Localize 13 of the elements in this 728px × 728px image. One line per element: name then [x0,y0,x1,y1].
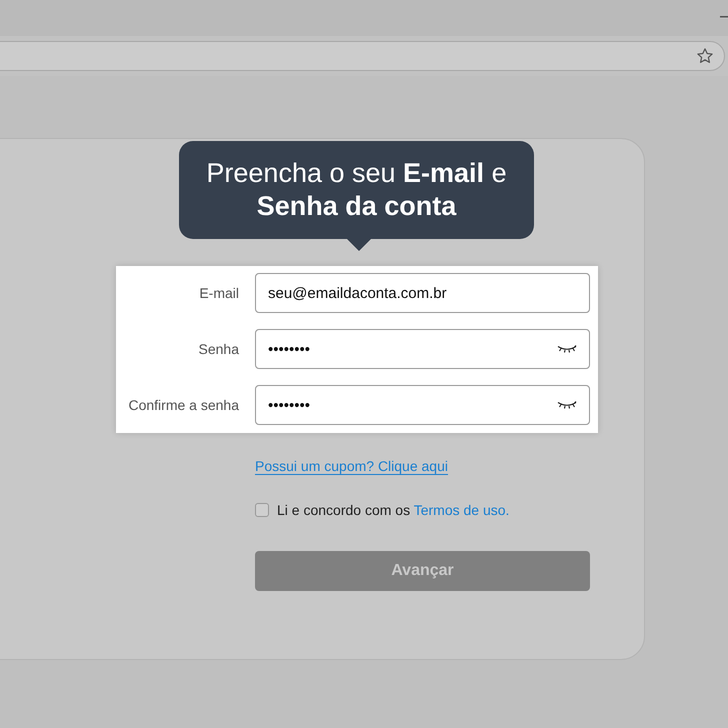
field-label: Confirme a senha [127,397,239,413]
password-field[interactable]: •••••••• [255,385,590,425]
minimize-icon[interactable] [720,16,728,18]
password-field[interactable]: •••••••• [255,329,590,369]
eye-closed-icon[interactable] [557,401,577,409]
terms-checkbox[interactable] [255,503,269,517]
tooltip-text: Preencha o seu E-mail e Senha da conta [205,157,508,223]
terms-text: Li e concordo com os Termos de uso. [277,502,510,518]
email-field[interactable]: seu@emaildaconta.com.br [255,273,590,313]
field-label: E-mail [198,285,239,301]
eye-closed-icon[interactable] [557,345,577,353]
star-icon[interactable] [696,47,714,65]
field-label: Senha [198,341,239,357]
